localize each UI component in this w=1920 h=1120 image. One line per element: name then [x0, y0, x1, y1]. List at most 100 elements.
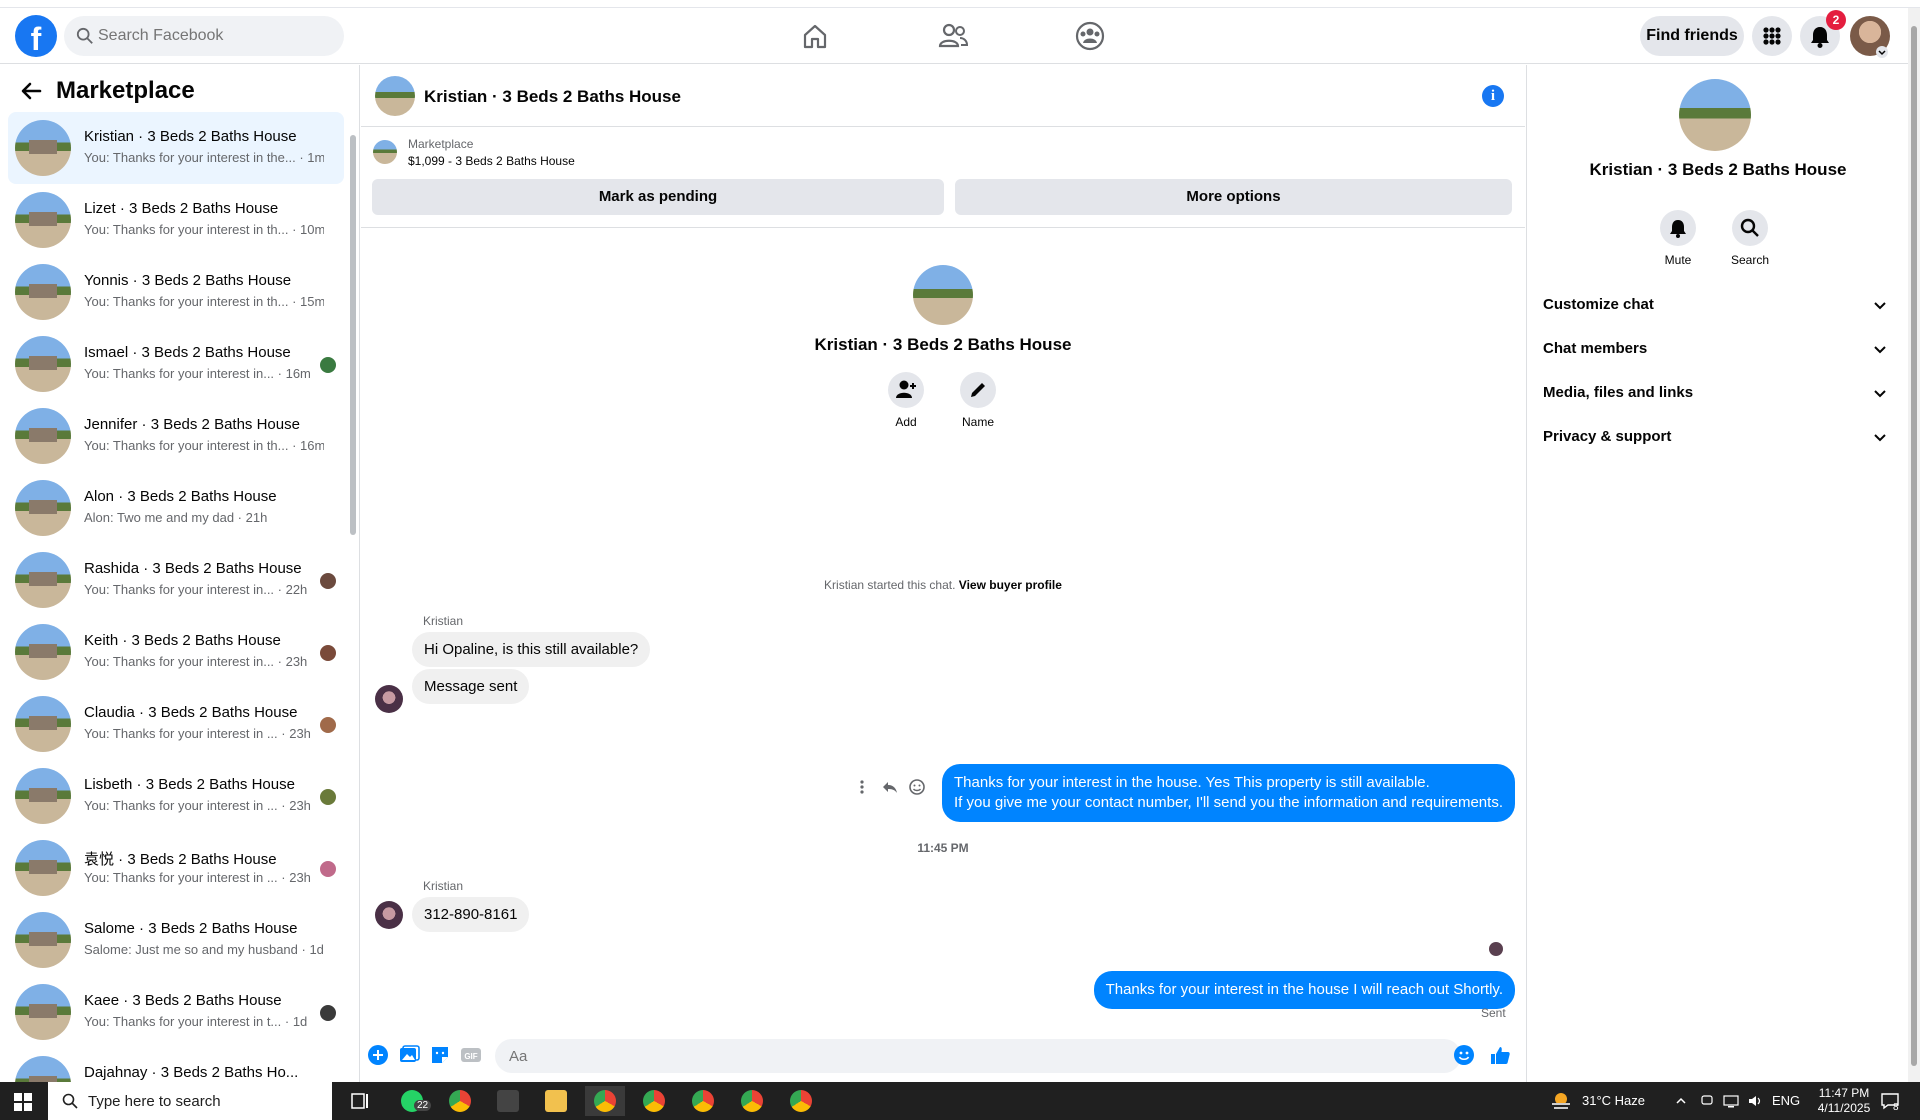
details-avatar[interactable]	[1679, 79, 1751, 151]
message-actions	[852, 777, 932, 797]
windows-start-icon[interactable]	[14, 1093, 32, 1111]
menu-button[interactable]	[1752, 16, 1792, 56]
conversation-item[interactable]: Lisbeth · 3 Beds 2 Baths House You: Than…	[8, 760, 344, 832]
taskbar-search[interactable]: Type here to search	[48, 1082, 332, 1120]
reply-icon[interactable]	[880, 777, 900, 797]
chrome-profile-app[interactable]	[732, 1086, 772, 1116]
message-input[interactable]	[495, 1039, 1461, 1073]
whatsapp-app[interactable]: 22	[392, 1086, 432, 1116]
emoji-icon[interactable]	[1453, 1044, 1475, 1066]
info-icon[interactable]: i	[1482, 85, 1504, 107]
conversation-item[interactable]: Keith · 3 Beds 2 Baths House You: Thanks…	[8, 616, 344, 688]
sidebar-scrollbar[interactable]	[349, 115, 357, 1075]
chrome-profile-app[interactable]	[585, 1086, 625, 1116]
facebook-logo-icon[interactable]: f	[15, 15, 57, 57]
conversation-item[interactable]: 袁悦 · 3 Beds 2 Baths House You: Thanks fo…	[8, 832, 344, 904]
chrome-profile-app[interactable]	[634, 1086, 674, 1116]
mute-label: Mute	[1664, 253, 1692, 267]
conversation-item[interactable]: Yonnis · 3 Beds 2 Baths House You: Thank…	[8, 256, 344, 328]
message-timestamp: 11:45 PM	[917, 841, 969, 855]
conversation-item[interactable]: Kaee · 3 Beds 2 Baths House You: Thanks …	[8, 976, 344, 1048]
more-vertical-icon[interactable]	[852, 777, 872, 797]
outgoing-message[interactable]: Thanks for your interest in the house I …	[1093, 971, 1515, 1009]
sender-avatar[interactable]	[375, 901, 403, 929]
chevron-down-icon	[1874, 390, 1886, 398]
photo-icon[interactable]	[398, 1044, 420, 1066]
listing-thumbnail	[15, 408, 71, 464]
conversation-item[interactable]: Kristian · 3 Beds 2 Baths House You: Tha…	[8, 112, 344, 184]
conversation-snippet: You: Thanks for your interest in ... · 2…	[84, 798, 311, 813]
incoming-message[interactable]: 312-890-8161	[412, 897, 530, 932]
file-explorer-app[interactable]	[536, 1086, 576, 1116]
chrome-profile-app[interactable]	[781, 1086, 821, 1116]
conversation-name: Dajahnay · 3 Beds 2 Baths Ho...	[84, 1064, 299, 1081]
chrome-profile-app[interactable]	[683, 1086, 723, 1116]
mark-as-pending-button[interactable]: Mark as pending	[372, 179, 944, 215]
section-label: Customize chat	[1543, 296, 1654, 313]
conversation-item[interactable]: Claudia · 3 Beds 2 Baths House You: Than…	[8, 688, 344, 760]
notification-badge: 2	[1826, 10, 1846, 30]
outgoing-message[interactable]: Thanks for your interest in the house. Y…	[942, 764, 1515, 822]
chat-members-section[interactable]: Chat members	[1543, 329, 1895, 369]
conversation-item[interactable]: Jennifer · 3 Beds 2 Baths House You: Tha…	[8, 400, 344, 472]
volume-icon[interactable]	[1747, 1093, 1763, 1109]
conversation-item[interactable]: Rashida · 3 Beds 2 Baths House You: Than…	[8, 544, 344, 616]
view-buyer-profile-link[interactable]: View buyer profile	[959, 578, 1062, 592]
sticker-icon[interactable]	[429, 1044, 451, 1066]
incoming-message[interactable]: Hi Opaline, is this still available?	[412, 632, 651, 667]
network-icon[interactable]	[1722, 1093, 1740, 1109]
conversation-item[interactable]: Ismael · 3 Beds 2 Baths House You: Thank…	[8, 328, 344, 400]
find-friends-button[interactable]: Find friends	[1640, 16, 1744, 56]
task-view-icon[interactable]	[350, 1091, 370, 1111]
chat-title[interactable]: Kristian · 3 Beds 2 Baths House	[424, 87, 681, 107]
media-files-links-section[interactable]: Media, files and links	[1543, 373, 1895, 413]
thumbs-up-icon[interactable]	[1489, 1044, 1511, 1066]
sidebar-scrollbar-thumb[interactable]	[350, 135, 356, 535]
more-options-button[interactable]: More options	[955, 179, 1512, 215]
chevron-down-icon[interactable]	[1876, 46, 1888, 58]
search-icon	[76, 27, 93, 44]
friends-icon[interactable]	[935, 18, 971, 54]
search-in-chat-button[interactable]: Search	[1715, 210, 1785, 267]
meet-now-icon[interactable]	[1700, 1093, 1714, 1109]
chevron-up-icon[interactable]	[1675, 1095, 1687, 1107]
back-arrow-icon[interactable]	[20, 80, 42, 102]
conversation-item[interactable]: Alon · 3 Beds 2 Baths House Alon: Two me…	[8, 472, 344, 544]
page-scrollbar[interactable]	[1908, 8, 1920, 1082]
search-input[interactable]	[98, 16, 328, 56]
listing-thumbnail[interactable]	[373, 140, 397, 164]
calculator-icon	[497, 1090, 519, 1112]
conversation-name: Rashida · 3 Beds 2 Baths House	[84, 560, 302, 577]
taskbar-clock[interactable]: 11:47 PM 4/11/2025	[1800, 1086, 1888, 1116]
groups-icon[interactable]	[1072, 18, 1108, 54]
plus-icon[interactable]	[367, 1044, 389, 1066]
calculator-app[interactable]	[488, 1086, 528, 1116]
incoming-message[interactable]: Message sent	[412, 669, 530, 704]
add-member-button[interactable]: Add	[876, 372, 936, 429]
home-icon[interactable]	[797, 18, 833, 54]
react-emoji-icon[interactable]	[907, 777, 927, 797]
weather-text[interactable]: 31°C Haze	[1582, 1082, 1645, 1120]
conversation-item[interactable]: Dajahnay · 3 Beds 2 Baths Ho...	[8, 1048, 344, 1082]
name-chat-button[interactable]: Name	[948, 372, 1008, 429]
conversation-item[interactable]: Lizet · 3 Beds 2 Baths House You: Thanks…	[8, 184, 344, 256]
gif-icon[interactable]: GIF	[460, 1044, 482, 1066]
chrome-app[interactable]	[440, 1086, 480, 1116]
seen-avatar	[320, 1005, 336, 1021]
search-icon	[62, 1093, 78, 1109]
weather-icon[interactable]	[1550, 1091, 1572, 1111]
sender-avatar[interactable]	[375, 685, 403, 713]
language-indicator[interactable]: ENG	[1772, 1082, 1800, 1120]
chevron-down-icon	[1874, 302, 1886, 310]
mute-button[interactable]: Mute	[1643, 210, 1713, 267]
section-label: Media, files and links	[1543, 384, 1694, 401]
privacy-support-section[interactable]: Privacy & support	[1543, 417, 1895, 457]
page-scrollbar-thumb[interactable]	[1911, 26, 1917, 1066]
conversation-item[interactable]: Salome · 3 Beds 2 Baths House Salome: Ju…	[8, 904, 344, 976]
listing-thumbnail	[15, 1056, 71, 1082]
chat-avatar[interactable]	[375, 76, 415, 116]
sender-name: Kristian	[423, 879, 464, 893]
listing-price[interactable]: $1,099 - 3 Beds 2 Baths House	[408, 154, 575, 168]
customize-chat-section[interactable]: Customize chat	[1543, 285, 1895, 325]
search-box[interactable]	[64, 16, 344, 56]
